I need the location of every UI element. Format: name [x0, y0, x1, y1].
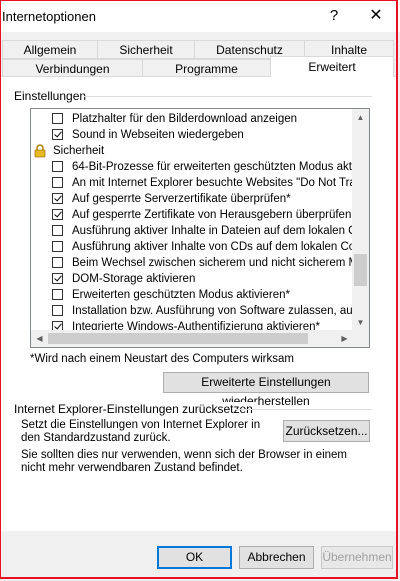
tab-allgemein[interactable]: Allgemein	[2, 40, 98, 59]
close-button[interactable]: ✕	[364, 5, 388, 27]
setting-label: Ausführung aktiver Inhalte von CDs auf d…	[72, 241, 353, 253]
setting-label: Ausführung aktiver Inhalte in Dateien au…	[72, 225, 353, 237]
settings-checkbox-row[interactable]: Auf gesperrte Serverzertifikate überprüf…	[31, 191, 353, 207]
setting-checkbox[interactable]	[52, 241, 63, 252]
window-title: Internetoptionen	[2, 9, 96, 24]
apply-button[interactable]: Übernehmen	[321, 546, 393, 569]
lock-icon	[34, 144, 46, 158]
settings-checkbox-row[interactable]: Ausführung aktiver Inhalte in Dateien au…	[31, 223, 353, 239]
tab-sicherheit[interactable]: Sicherheit	[97, 40, 195, 59]
setting-label: Auf gesperrte Zertifikate von Herausgebe…	[72, 209, 352, 221]
settings-checkbox-row[interactable]: Sound in Webseiten wiedergeben	[31, 127, 353, 143]
settings-checkbox-row[interactable]: 64-Bit-Prozesse für erweiterten geschütz…	[31, 159, 353, 175]
setting-label: Sound in Webseiten wiedergeben	[72, 129, 244, 141]
reset-group-label: Internet Explorer-Einstellungen zurückse…	[14, 402, 256, 416]
settings-checkbox-row[interactable]: An mit Internet Explorer besuchte Websit…	[31, 175, 353, 191]
settings-checkbox-row[interactable]: Erweiterten geschützten Modus aktivieren…	[31, 287, 353, 303]
hscroll-thumb[interactable]	[48, 333, 308, 344]
restore-advanced-button[interactable]: Erweiterte Einstellungen wiederherstelle…	[163, 372, 369, 408]
settings-category-label: Sicherheit	[53, 145, 105, 157]
tab-erweitert[interactable]: Erweitert	[270, 56, 394, 77]
settings-checkbox-row[interactable]: Beim Wechsel zwischen sicherem und nicht…	[31, 255, 353, 271]
setting-label: 64-Bit-Prozesse für erweiterten geschütz…	[72, 161, 353, 173]
settings-tree[interactable]: Platzhalter für den Bilderdownload anzei…	[30, 108, 370, 348]
horizontal-scrollbar[interactable]: ◀ ▶	[31, 330, 353, 347]
scroll-corner	[352, 330, 369, 347]
reset-group-divider	[235, 409, 372, 410]
scroll-left-icon[interactable]: ◀	[31, 330, 48, 347]
reset-warning: Sie sollten dies nur verwenden, wenn sic…	[21, 449, 347, 474]
setting-checkbox[interactable]	[52, 273, 63, 284]
settings-checkbox-row[interactable]: Ausführung aktiver Inhalte von CDs auf d…	[31, 239, 353, 255]
setting-checkbox[interactable]	[52, 161, 63, 172]
setting-checkbox[interactable]	[52, 129, 63, 140]
setting-label: Beim Wechsel zwischen sicherem und nicht…	[72, 257, 353, 269]
settings-category-row: Sicherheit	[31, 143, 353, 159]
vertical-scrollbar[interactable]: ▲ ▼	[352, 109, 369, 331]
scroll-down-icon[interactable]: ▼	[352, 314, 369, 331]
settings-group-divider	[84, 96, 372, 97]
settings-group-label: Einstellungen	[14, 89, 90, 103]
ok-button[interactable]: OK	[157, 546, 232, 569]
settings-list: Platzhalter für den Bilderdownload anzei…	[31, 109, 353, 331]
help-button[interactable]: ?	[322, 5, 346, 27]
setting-label: Platzhalter für den Bilderdownload anzei…	[72, 113, 298, 125]
setting-label: DOM-Storage aktivieren	[72, 273, 196, 285]
setting-checkbox[interactable]	[52, 289, 63, 300]
setting-label: Installation bzw. Ausführung von Softwar…	[72, 305, 353, 317]
setting-label: Erweiterten geschützten Modus aktivieren…	[72, 289, 290, 301]
setting-label: An mit Internet Explorer besuchte Websit…	[72, 177, 353, 189]
restart-footnote: *Wird nach einem Neustart des Computers …	[30, 353, 294, 365]
settings-checkbox-row[interactable]: Platzhalter für den Bilderdownload anzei…	[31, 111, 353, 127]
setting-checkbox[interactable]	[52, 113, 63, 124]
settings-checkbox-row[interactable]: Auf gesperrte Zertifikate von Herausgebe…	[31, 207, 353, 223]
settings-checkbox-row[interactable]: Installation bzw. Ausführung von Softwar…	[31, 303, 353, 319]
setting-label: Auf gesperrte Serverzertifikate überprüf…	[72, 193, 291, 205]
setting-checkbox[interactable]	[52, 193, 63, 204]
cancel-button[interactable]: Abbrechen	[239, 546, 314, 569]
scroll-right-icon[interactable]: ▶	[336, 330, 353, 347]
setting-checkbox[interactable]	[52, 225, 63, 236]
reset-button[interactable]: Zurücksetzen...	[283, 420, 370, 442]
setting-checkbox[interactable]	[52, 177, 63, 188]
settings-checkbox-row[interactable]: DOM-Storage aktivieren	[31, 271, 353, 287]
setting-checkbox[interactable]	[52, 209, 63, 220]
setting-checkbox[interactable]	[52, 257, 63, 268]
scroll-up-icon[interactable]: ▲	[352, 109, 369, 126]
reset-description: Setzt die Einstellungen von Internet Exp…	[21, 419, 261, 444]
scroll-thumb[interactable]	[354, 254, 367, 286]
setting-checkbox[interactable]	[52, 305, 63, 316]
title-bar: Internetoptionen ? ✕	[0, 0, 400, 32]
